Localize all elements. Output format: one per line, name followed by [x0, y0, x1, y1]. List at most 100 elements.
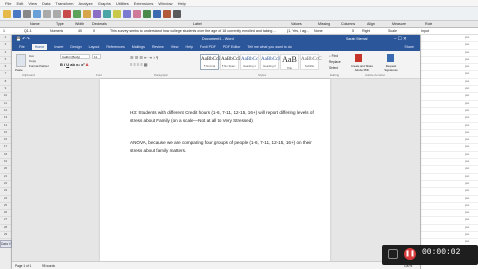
request-signatures-button[interactable]: Request Signatures — [380, 64, 402, 72]
style-normal[interactable]: AaBbCcDc ¶ Normal — [200, 54, 224, 70]
role-cell[interactable]: put — [421, 42, 478, 50]
tab-help[interactable]: Help — [185, 45, 192, 49]
role-cell[interactable]: put — [421, 188, 478, 196]
tab-mailings[interactable]: Mailings — [132, 45, 145, 49]
tab-insert[interactable]: Insert — [54, 45, 63, 49]
share-button[interactable]: Share — [404, 45, 414, 49]
row-number[interactable]: 4 — [0, 50, 11, 57]
row-number[interactable]: 9 — [0, 86, 11, 94]
insert-cases-icon[interactable] — [103, 9, 111, 18]
window-controls[interactable]: – ☐ ✕ — [394, 36, 407, 42]
print-icon[interactable] — [23, 9, 31, 18]
role-cell[interactable]: put — [421, 79, 478, 87]
show-all-icon[interactable] — [173, 9, 181, 18]
document-page[interactable]: H3: Students with different Credit hours… — [100, 79, 330, 261]
split-file-icon[interactable] — [123, 9, 131, 18]
row-number[interactable]: 24 — [0, 196, 11, 203]
goto-case-icon[interactable] — [63, 9, 71, 18]
table-row[interactable]: 1 Q1.1 Numeric 40 0 This survey seeks to… — [0, 28, 478, 35]
row-number[interactable]: 23 — [0, 188, 11, 196]
style-heading-2[interactable]: AaBbCcI Heading 2 — [260, 54, 280, 70]
menu-file[interactable]: File — [5, 1, 11, 6]
row-number[interactable]: 21 — [0, 174, 11, 181]
role-cell[interactable]: put — [421, 196, 478, 203]
redo-icon[interactable] — [53, 9, 61, 18]
cell-columns[interactable]: 5 — [352, 29, 354, 33]
cell-decimals[interactable]: 0 — [93, 29, 95, 33]
row-number[interactable]: 6 — [0, 64, 11, 72]
request-signatures-icon[interactable] — [387, 54, 394, 62]
row-number[interactable]: 11 — [0, 101, 11, 108]
data-view-tab[interactable]: Data V — [0, 240, 12, 248]
col-name[interactable]: Name — [30, 22, 40, 26]
role-cell[interactable]: put — [421, 64, 478, 72]
row-number[interactable]: 18 — [0, 152, 11, 160]
user-name[interactable]: Sarah Sternal — [346, 37, 367, 41]
role-cell[interactable]: put — [421, 130, 478, 138]
anova-paragraph[interactable]: ANOVA, because we are comparing four gro… — [130, 139, 316, 154]
row-number[interactable]: 19 — [0, 159, 11, 167]
style-heading-1[interactable]: AaBbCc Heading 1 — [240, 54, 259, 70]
cut-button[interactable]: Cut — [29, 54, 34, 58]
replace-button[interactable]: Replace — [329, 60, 341, 64]
role-cell[interactable]: put — [421, 217, 478, 225]
row-number[interactable]: 25 — [0, 203, 11, 211]
menu-view[interactable]: View — [28, 1, 37, 6]
col-decimals[interactable]: Decimals — [92, 22, 107, 26]
autosave-icon[interactable]: 💾 ↶ ↷ — [16, 36, 30, 41]
col-align[interactable]: Align — [367, 22, 375, 26]
menu-help[interactable]: Help — [178, 1, 186, 6]
cell-width[interactable]: 40 — [78, 29, 82, 33]
tab-pdf-editor[interactable]: PDF Editor — [223, 45, 241, 49]
row-number[interactable]: 13 — [0, 115, 11, 123]
row-number[interactable]: 20 — [0, 166, 11, 174]
row-number[interactable]: 10 — [0, 93, 11, 101]
row-number[interactable]: 3 — [0, 42, 11, 50]
col-width[interactable]: Width — [75, 22, 84, 26]
role-cell[interactable]: put — [421, 101, 478, 108]
role-cell[interactable]: put — [421, 86, 478, 94]
role-cell[interactable]: put — [421, 232, 478, 240]
col-missing[interactable]: Missing — [318, 22, 330, 26]
menu-extensions[interactable]: Extensions — [134, 1, 154, 6]
col-columns[interactable]: Columns — [341, 22, 355, 26]
menu-analyze[interactable]: Analyze — [79, 1, 93, 6]
word-count[interactable]: 95 words — [42, 264, 55, 268]
row-number[interactable]: 5 — [0, 57, 11, 65]
cell-missing[interactable]: None — [314, 29, 323, 33]
role-cell[interactable]: put — [421, 159, 478, 167]
role-cell[interactable]: put — [421, 35, 478, 43]
goto-variable-icon[interactable] — [73, 9, 81, 18]
menu-edit[interactable]: Edit — [16, 1, 23, 6]
row-number[interactable]: 16 — [0, 137, 11, 145]
role-cell[interactable]: put — [421, 108, 478, 116]
variables-icon[interactable] — [83, 9, 91, 18]
tab-references[interactable]: References — [106, 45, 124, 49]
col-role[interactable]: Role — [425, 22, 432, 26]
row-number[interactable]: 26 — [0, 210, 11, 218]
col-measure[interactable]: Measure — [392, 22, 406, 26]
tell-me-search[interactable]: Tell me what you want to do — [247, 45, 291, 49]
save-icon[interactable] — [13, 9, 21, 18]
dialog-recall-icon[interactable] — [33, 9, 41, 18]
paste-icon[interactable] — [16, 54, 26, 67]
create-share-pdf-button[interactable]: Create and Share Adobe PDF — [349, 64, 375, 72]
stop-button[interactable] — [388, 249, 398, 259]
insert-variable-icon[interactable] — [113, 9, 121, 18]
row-number[interactable]: 22 — [0, 181, 11, 189]
tab-home[interactable]: Home — [31, 44, 48, 50]
hypothesis-paragraph[interactable]: H3: Students with different Credit hours… — [130, 109, 316, 124]
role-cell[interactable]: put — [421, 203, 478, 211]
role-cell[interactable]: put — [421, 210, 478, 218]
row-number[interactable]: 8 — [0, 79, 11, 87]
cell-role[interactable]: Input — [421, 29, 429, 33]
col-label[interactable]: Label — [193, 22, 202, 26]
alignment-buttons[interactable]: ≡ ≡ ≡ ≡ ▦ — [130, 62, 148, 67]
role-cell[interactable]: put — [421, 93, 478, 101]
tab-view[interactable]: View — [171, 45, 179, 49]
tab-foxit-pdf[interactable]: Foxit PDF — [200, 45, 216, 49]
style-no-spacing[interactable]: AaBbCcDc ¶ No Spac... — [220, 54, 244, 70]
paste-button[interactable]: Paste — [15, 68, 23, 72]
pause-icon[interactable]: ❚❚ — [404, 248, 416, 260]
role-cell[interactable]: put — [421, 71, 478, 79]
